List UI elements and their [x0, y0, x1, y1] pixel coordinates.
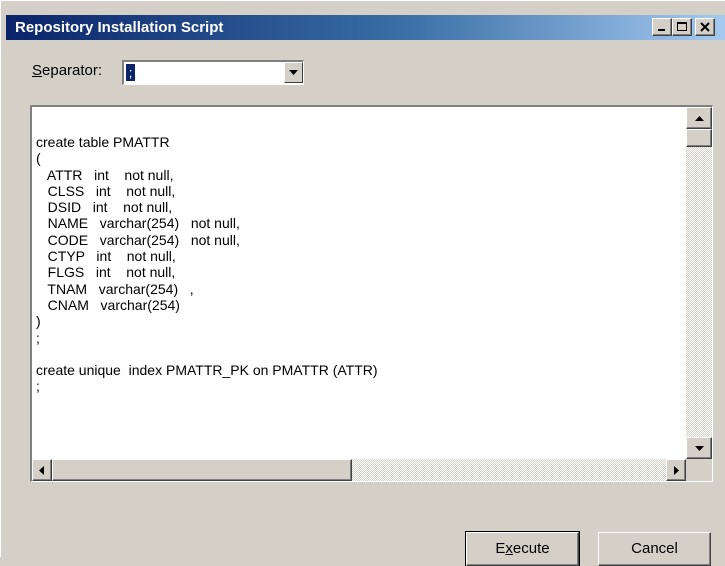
arrow-up-icon [695, 116, 704, 121]
arrow-left-icon [39, 466, 44, 475]
vertical-scroll-thumb[interactable] [686, 129, 712, 147]
scrollbar-corner [686, 459, 712, 481]
separator-label: Separator: [32, 62, 102, 79]
arrow-right-icon [674, 466, 679, 475]
vertical-scrollbar[interactable] [686, 107, 712, 459]
horizontal-scroll-thumb[interactable] [52, 459, 352, 481]
repository-installation-script-dialog: Repository Installation Script Separator… [0, 0, 725, 566]
title-bar[interactable]: Repository Installation Script [6, 15, 725, 40]
horizontal-scrollbar[interactable] [32, 459, 686, 481]
chevron-down-icon [289, 70, 298, 75]
script-editor[interactable]: create table PMATTR ( ATTR int not null,… [30, 105, 713, 482]
separator-label-mnemonic: S [32, 62, 43, 79]
scroll-down-button[interactable] [686, 437, 712, 459]
close-icon [700, 22, 710, 32]
script-text[interactable]: create table PMATTR ( ATTR int not null,… [36, 134, 378, 395]
separator-label-text: eparator: [42, 62, 103, 79]
execute-label-end: ecute [512, 540, 550, 557]
window-title: Repository Installation Script [15, 19, 224, 36]
cancel-button[interactable]: Cancel [598, 532, 711, 566]
scroll-right-button[interactable] [666, 459, 686, 481]
separator-combo[interactable]: ; [122, 60, 304, 85]
maximize-icon [677, 22, 687, 31]
minimize-icon [658, 29, 665, 31]
separator-value[interactable]: ; [126, 64, 135, 81]
maximize-button[interactable] [672, 18, 692, 36]
scroll-up-button[interactable] [686, 107, 712, 129]
close-button[interactable] [695, 18, 715, 36]
scroll-left-button[interactable] [32, 459, 52, 481]
execute-button[interactable]: Execute [465, 531, 580, 566]
separator-dropdown-button[interactable] [284, 62, 303, 83]
arrow-down-icon [695, 446, 704, 451]
execute-label-start: E [495, 540, 506, 557]
minimize-button[interactable] [652, 18, 672, 36]
execute-label-mnemonic: x [505, 540, 513, 557]
